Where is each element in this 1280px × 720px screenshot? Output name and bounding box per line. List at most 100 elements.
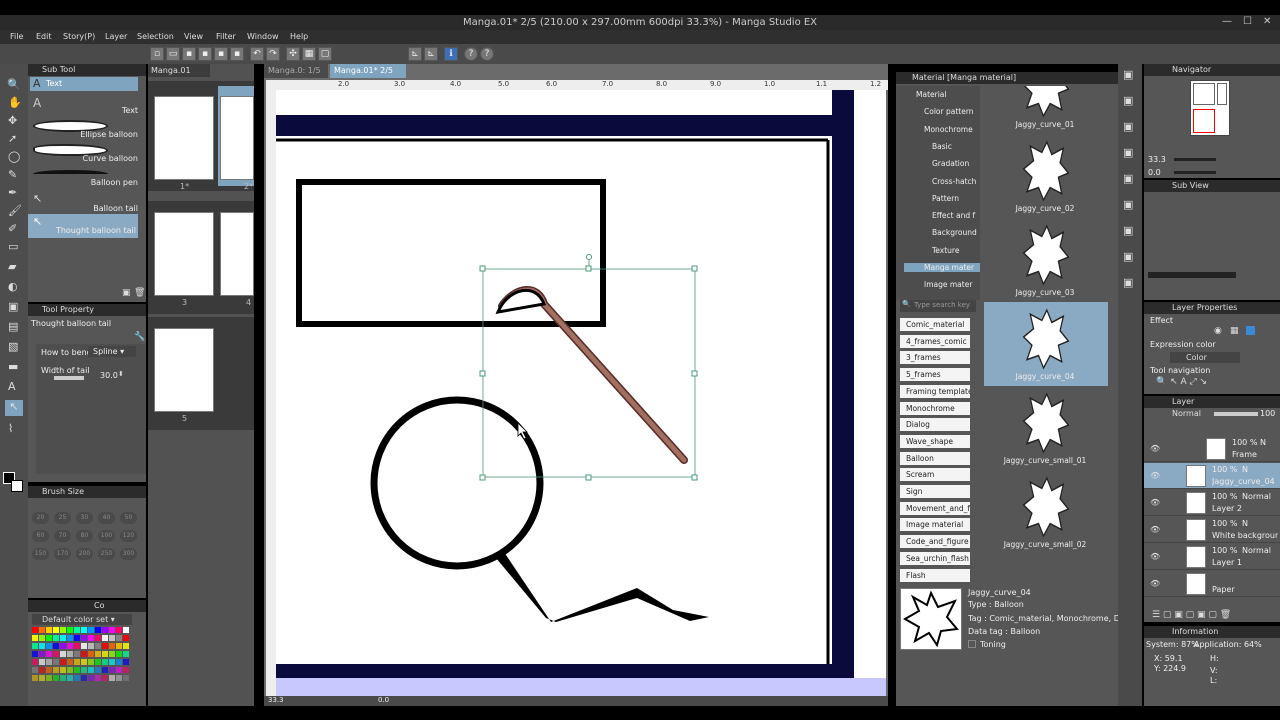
subtool-item-text[interactable]: A Text — [28, 94, 146, 118]
eye-icon[interactable]: 👁 — [1150, 471, 1160, 480]
palette-swatch[interactable] — [46, 651, 52, 657]
brush-size-cell[interactable]: 20 — [32, 512, 49, 524]
navigator-preview[interactable] — [1190, 80, 1230, 136]
menu-story[interactable]: Story(P) — [63, 32, 95, 41]
open-icon[interactable]: ▭ — [166, 47, 180, 61]
palette-swatch[interactable] — [53, 659, 59, 665]
palette-swatch[interactable] — [74, 627, 80, 633]
palette-swatch[interactable] — [109, 659, 115, 665]
dock-icon[interactable]: ▣ — [1123, 224, 1133, 237]
palette-swatch[interactable] — [102, 659, 108, 665]
gradient-tool-icon[interactable]: ▧ — [8, 340, 18, 353]
palette-swatch[interactable] — [46, 659, 52, 665]
material-tag[interactable]: Code_and_figure — [900, 535, 970, 549]
export-icon[interactable]: ▪ — [214, 47, 228, 61]
material-tag[interactable]: Movement_and_fe — [900, 501, 970, 515]
palette-swatch[interactable] — [88, 651, 94, 657]
close-icon[interactable]: ✕ — [1263, 16, 1271, 27]
palette-swatch[interactable] — [102, 643, 108, 649]
palette-swatch[interactable] — [123, 675, 129, 681]
palette-swatch[interactable] — [53, 667, 59, 673]
toning-checkbox[interactable] — [968, 640, 976, 648]
fill-icon[interactable]: ▦ — [302, 47, 316, 61]
material-tree-item[interactable]: Effect and f — [932, 211, 975, 220]
zoom-tool-icon[interactable]: 🔍 — [7, 78, 21, 91]
palette-swatch[interactable] — [102, 667, 108, 673]
brush-size-cell[interactable]: 300 — [120, 548, 137, 560]
layer-row[interactable]: 👁 100 % N White background — [1144, 517, 1280, 543]
palette-swatch[interactable] — [123, 651, 129, 657]
dock-icon[interactable]: ▣ — [1123, 250, 1133, 263]
palette-swatch[interactable] — [81, 659, 87, 665]
width-stepper[interactable]: ⬍ — [118, 370, 124, 378]
fill-tool-icon[interactable]: ▰ — [8, 260, 16, 273]
palette-swatch[interactable] — [60, 651, 66, 657]
palette-swatch[interactable] — [88, 667, 94, 673]
eye-icon[interactable]: 👁 — [1150, 444, 1160, 453]
palette-swatch[interactable] — [53, 635, 59, 641]
brush-size-cell[interactable]: 50 — [120, 512, 137, 524]
palette-swatch[interactable] — [46, 667, 52, 673]
material-tree-item[interactable]: Manga mater — [904, 263, 980, 272]
subtool-item-thought-balloon-tail[interactable]: ↖ Thought balloon tail — [28, 214, 138, 238]
brush-size-cell[interactable]: 120 — [120, 530, 137, 542]
palette-swatch[interactable] — [32, 675, 38, 681]
palette-swatch[interactable] — [67, 651, 73, 657]
page-thumb-4[interactable] — [220, 212, 254, 296]
palette-swatch[interactable] — [123, 667, 129, 673]
palette-swatch[interactable] — [95, 643, 101, 649]
material-tree-item[interactable]: Monochrome — [924, 125, 973, 134]
maximize-icon[interactable]: ☐ — [1243, 16, 1252, 27]
palette-swatch[interactable] — [109, 635, 115, 641]
brush-size-cell[interactable]: 25 — [54, 512, 71, 524]
material-tag[interactable]: Sign — [900, 485, 970, 498]
material-item[interactable]: Jaggy_curve_02 — [984, 134, 1108, 218]
subtool-item-ellipse-balloon[interactable]: Ellipse balloon — [28, 118, 146, 142]
material-item[interactable]: Jaggy_curve_01 — [984, 86, 1108, 134]
palette-swatch[interactable] — [74, 659, 80, 665]
palette-swatch[interactable] — [67, 643, 73, 649]
material-tag[interactable]: Image material — [900, 518, 970, 532]
palette-swatch[interactable] — [81, 627, 87, 633]
brush-size-cell[interactable]: 170 — [54, 548, 71, 560]
palette-swatch[interactable] — [88, 675, 94, 681]
palette-swatch[interactable] — [53, 627, 59, 633]
material-tree-item[interactable]: Image mater — [924, 280, 972, 289]
effect-icon[interactable]: ◉ — [1214, 326, 1222, 336]
palette-swatch[interactable] — [67, 627, 73, 633]
angle-slider[interactable] — [1174, 171, 1216, 174]
palette-swatch[interactable] — [46, 643, 52, 649]
menu-edit[interactable]: Edit — [36, 32, 52, 41]
snap-grid-icon[interactable]: ⊾ — [424, 47, 438, 61]
material-tree-item[interactable]: Pattern — [932, 194, 959, 203]
page-thumb-3[interactable] — [154, 212, 214, 296]
dock-icon[interactable]: ▣ — [1123, 172, 1133, 185]
palette-swatch[interactable] — [88, 659, 94, 665]
palette-swatch[interactable] — [102, 635, 108, 641]
palette-swatch[interactable] — [109, 627, 115, 633]
brush-size-cell[interactable]: 70 — [54, 530, 71, 542]
palette-swatch[interactable] — [53, 643, 59, 649]
page-thumb-2[interactable] — [220, 96, 254, 180]
palette-swatch[interactable] — [88, 627, 94, 633]
brush-size-cell[interactable]: 200 — [76, 548, 93, 560]
palette-swatch[interactable] — [32, 667, 38, 673]
ruler-tool-icon[interactable]: ▬ — [8, 360, 18, 373]
redo-icon[interactable]: ↷ — [266, 47, 280, 61]
menu-filter[interactable]: Filter — [216, 32, 236, 41]
opacity-slider[interactable] — [1214, 412, 1258, 416]
pen-tool-icon[interactable]: ✒ — [8, 186, 17, 199]
zoom-slider[interactable] — [1174, 158, 1216, 161]
eye-icon[interactable]: 👁 — [1150, 579, 1160, 588]
brush-size-cell[interactable]: 30 — [76, 512, 93, 524]
palette-swatch[interactable] — [109, 643, 115, 649]
eye-icon[interactable]: 👁 — [1150, 498, 1160, 507]
material-tag[interactable]: 3_frames — [900, 351, 970, 365]
palette-swatch[interactable] — [32, 659, 38, 665]
palette-swatch[interactable] — [116, 659, 122, 665]
colorset-select[interactable]: Default color set ▾ — [32, 614, 132, 625]
palette-swatch[interactable] — [123, 643, 129, 649]
palette-swatch[interactable] — [116, 635, 122, 641]
material-tag[interactable]: Comic_material — [900, 318, 970, 331]
page-thumb-1[interactable] — [154, 96, 214, 180]
